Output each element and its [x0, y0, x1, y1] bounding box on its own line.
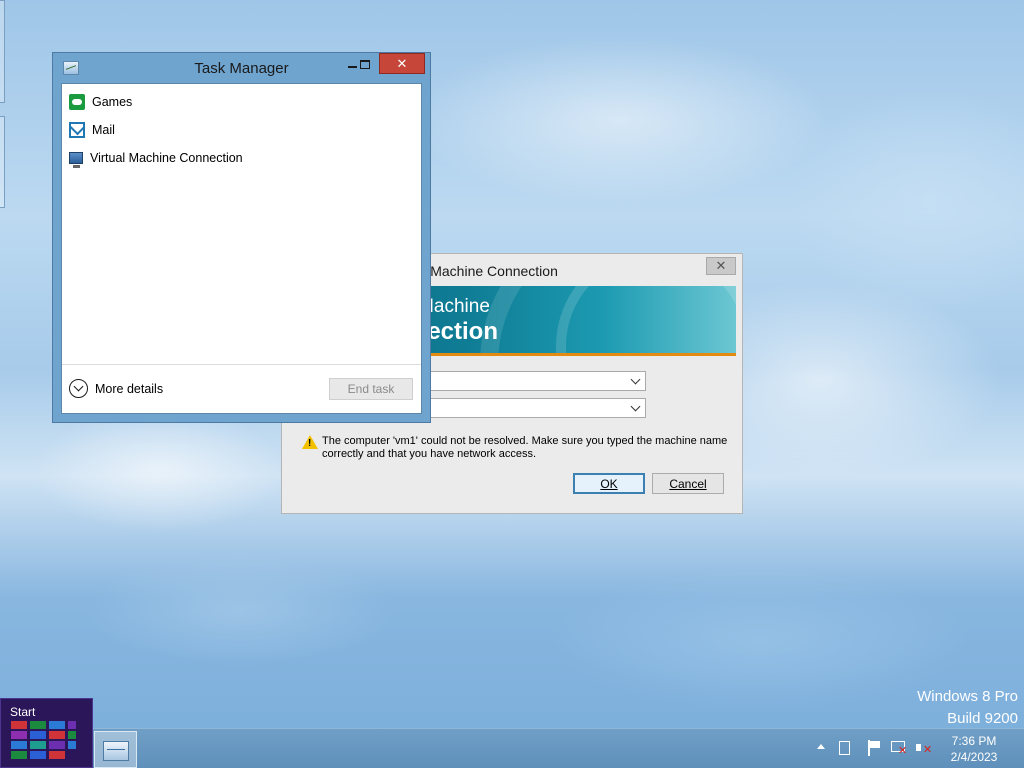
vm-connection-close-button[interactable]: ✕: [706, 257, 736, 275]
watermark-build: Build 9200: [947, 710, 1018, 727]
app-item-virtual-machine-connection[interactable]: Virtual Machine Connection: [62, 144, 421, 172]
taskbar-task-manager-button[interactable]: [94, 731, 137, 768]
server-combobox[interactable]: [430, 371, 646, 391]
start-button[interactable]: Start: [0, 698, 93, 768]
app-item-mail[interactable]: Mail: [62, 116, 421, 144]
warning-icon: !: [302, 435, 318, 449]
app-item-label: Virtual Machine Connection: [90, 151, 243, 165]
warning-message: The computer 'vm1' could not be resolved…: [322, 435, 728, 460]
watermark-edition: Windows 8 Pro: [917, 688, 1018, 705]
virtual-machine-combobox[interactable]: [430, 398, 646, 418]
clock-date: 2/4/2023: [950, 750, 998, 764]
volume-muted-icon[interactable]: [915, 740, 933, 756]
show-desktop-icon[interactable]: [839, 741, 850, 755]
close-button[interactable]: ✕: [379, 53, 425, 74]
left-edge-tab-2: [0, 116, 5, 208]
show-hidden-icons-button[interactable]: [816, 740, 826, 756]
task-manager-window[interactable]: Task Manager ✕ Games Mail Virtual Machin…: [52, 52, 431, 423]
ok-button[interactable]: OK: [573, 473, 645, 494]
app-list: Games Mail Virtual Machine Connection: [62, 84, 421, 172]
taskbar-clock[interactable]: 7:36 PM 2/4/2023: [940, 733, 1008, 765]
mail-icon: [69, 122, 85, 138]
left-edge-tab-1: [0, 0, 5, 103]
network-disconnected-icon[interactable]: [890, 740, 908, 757]
chevron-down-icon: [69, 379, 88, 398]
close-icon: ✕: [396, 55, 408, 71]
maximize-icon: [360, 59, 370, 69]
app-item-games[interactable]: Games: [62, 88, 421, 116]
action-center-flag-icon[interactable]: [866, 740, 882, 756]
task-manager-icon: [103, 741, 129, 761]
app-item-label: Mail: [92, 123, 115, 137]
virtual-machine-icon: [69, 152, 83, 168]
end-task-button[interactable]: End task: [329, 378, 413, 400]
task-manager-footer: More details End task: [62, 364, 421, 413]
task-manager-body: Games Mail Virtual Machine Connection Mo…: [61, 83, 422, 414]
more-details-toggle[interactable]: More details: [69, 379, 163, 398]
maximize-button[interactable]: [352, 54, 378, 74]
task-manager-titlebar[interactable]: Task Manager ✕: [53, 53, 430, 83]
more-details-label: More details: [95, 381, 164, 396]
games-icon: [69, 94, 85, 110]
clock-time: 7:36 PM: [951, 734, 997, 748]
cancel-button[interactable]: Cancel: [652, 473, 724, 494]
app-item-label: Games: [92, 95, 133, 109]
windows-watermark: Windows 8 Pro Build 9200: [917, 686, 1018, 730]
start-label: Start: [10, 705, 36, 719]
